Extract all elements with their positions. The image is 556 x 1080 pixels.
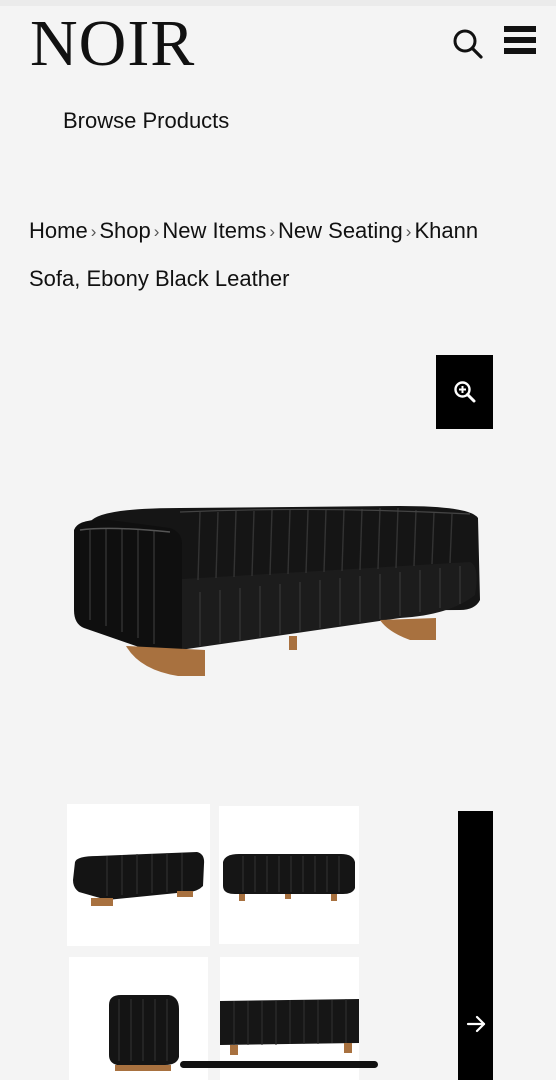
breadcrumb-new-items[interactable]: New Items (162, 218, 266, 243)
breadcrumb-shop[interactable]: Shop (99, 218, 150, 243)
brand-logo[interactable]: NOIR (30, 8, 195, 80)
product-page: NOIR Browse Products Home › Shop › New Items… (0, 0, 556, 1080)
breadcrumb-separator: › (405, 222, 412, 241)
breadcrumb-separator: › (90, 222, 97, 241)
search-icon[interactable] (452, 28, 484, 60)
breadcrumb-home[interactable]: Home (29, 218, 88, 243)
thumbnail-1[interactable] (67, 804, 210, 946)
thumbnail-next-button[interactable] (458, 811, 493, 1080)
arrow-right-icon (466, 1015, 486, 1033)
zoom-button[interactable] (436, 355, 493, 429)
sofa-angle-view (73, 852, 205, 906)
thumbnail-2[interactable] (219, 806, 359, 944)
breadcrumb-separator: › (269, 222, 276, 241)
breadcrumb: Home › Shop › New Items › New Seating › Khann So… (29, 208, 519, 302)
hamburger-menu-icon[interactable] (504, 26, 536, 58)
home-indicator[interactable] (180, 1061, 378, 1068)
sofa-front-view (223, 854, 355, 901)
zoom-in-icon (453, 381, 475, 403)
status-strip (0, 0, 556, 6)
breadcrumb-new-seating[interactable]: New Seating (278, 218, 403, 243)
breadcrumb-separator: › (153, 222, 160, 241)
browse-products-link[interactable]: Browse Products (63, 108, 229, 134)
product-main-image[interactable] (70, 500, 485, 685)
